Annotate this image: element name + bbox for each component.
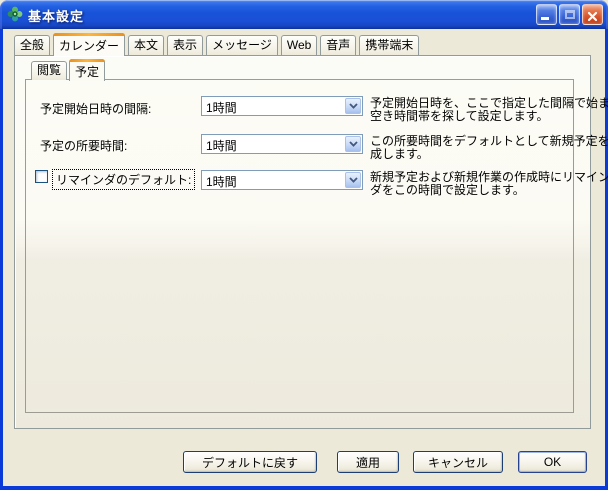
close-icon [587,9,598,27]
tab-mobile[interactable]: 携帯端末 [359,35,419,55]
close-button[interactable] [582,4,603,25]
sub-tabstrip: 閲覧 予定 [31,58,105,80]
tab-body-text[interactable]: 本文 [128,35,164,55]
reminder-checkbox[interactable] [35,170,48,183]
reminder-description: 新規予定および新規作業の作成時にリマイン ダをこの時間で設定します。 [370,171,592,197]
reminder-value: 1時間 [206,173,237,190]
app-flower-icon [7,6,23,22]
schedule-subtab-page: 予定開始日時の間隔: 1時間 予定開始日時を、ここで指定した間隔で始まる 空き時… [25,79,574,413]
restore-defaults-button[interactable]: デフォルトに戻す [183,451,317,473]
minimize-icon [541,17,549,20]
tab-calendar[interactable]: カレンダー [53,33,125,56]
window-title: 基本設定 [28,6,84,25]
reminder-label[interactable]: リマインダのデフォルト: [52,169,195,190]
chevron-down-icon[interactable] [345,172,361,188]
chevron-down-icon[interactable] [345,136,361,152]
start-interval-value: 1時間 [206,99,237,116]
reminder-combobox[interactable]: 1時間 [201,170,363,190]
ok-button[interactable]: OK [518,451,587,473]
tab-display[interactable]: 表示 [167,35,203,55]
duration-description: この所要時間をデフォルトとして新規予定を作 成します。 [370,135,592,161]
main-tabstrip: 全般 カレンダー 本文 表示 メッセージ Web 音声 携帯端末 [14,33,419,55]
preferences-dialog: 基本設定 全般 カレンダー 本文 表示 メッセージ Web 音声 [0,0,608,490]
duration-value: 1時間 [206,137,237,154]
tab-message[interactable]: メッセージ [206,35,278,55]
cancel-button[interactable]: キャンセル [413,451,503,473]
calendar-tab-page: 閲覧 予定 予定開始日時の間隔: 1時間 予定開始日時を、ここで指定した間隔で始… [14,55,591,429]
maximize-icon [565,10,575,19]
maximize-button[interactable] [559,4,580,25]
start-interval-label: 予定開始日時の間隔: [40,100,151,117]
start-interval-combobox[interactable]: 1時間 [201,96,363,116]
duration-combobox[interactable]: 1時間 [201,134,363,154]
window-controls [536,4,603,25]
minimize-button[interactable] [536,4,557,25]
tab-general[interactable]: 全般 [14,35,50,55]
start-interval-description: 予定開始日時を、ここで指定した間隔で始まる 空き時間帯を探して設定します。 [370,97,592,123]
tab-web[interactable]: Web [281,35,317,55]
apply-button[interactable]: 適用 [337,451,399,473]
tab-voice[interactable]: 音声 [320,35,356,55]
titlebar[interactable]: 基本設定 [0,0,608,29]
subtab-browse[interactable]: 閲覧 [31,61,67,80]
subtab-schedule[interactable]: 予定 [69,59,105,81]
duration-label: 予定の所要時間: [40,137,127,154]
chevron-down-icon[interactable] [345,98,361,114]
